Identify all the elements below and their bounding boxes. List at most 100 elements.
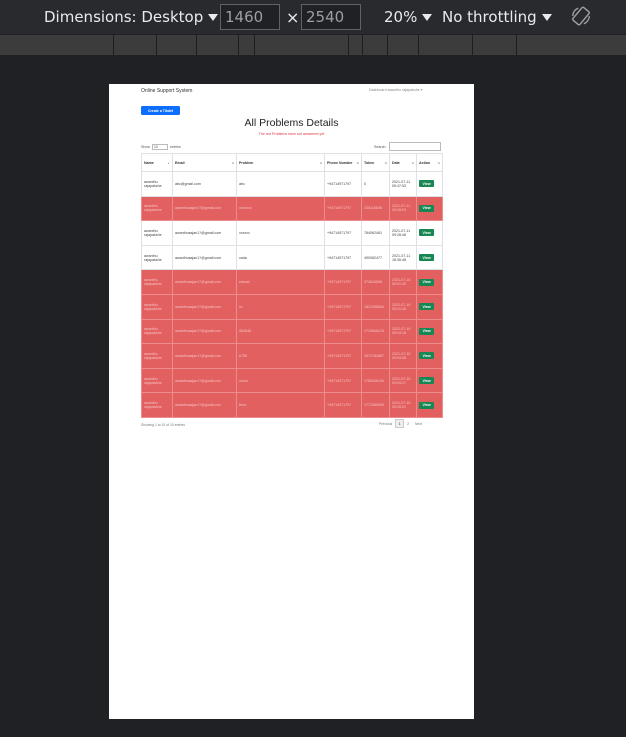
cell-phone: +94714971797: [324, 171, 362, 197]
zoom-label: 20%: [384, 8, 418, 26]
dimension-separator: ×: [286, 8, 300, 27]
view-button[interactable]: View: [419, 401, 435, 409]
zoom-dropdown[interactable]: 20%: [384, 8, 433, 26]
emulated-page: Online Support System Dashboard awanthu …: [109, 84, 474, 719]
cell-phone: +94714971797: [324, 367, 362, 394]
previous-page-button[interactable]: Previous: [376, 420, 395, 428]
table-row: awanthu rajapakshe awanthusajan1?@gmail.…: [141, 367, 443, 394]
throttling-dropdown[interactable]: No throttling: [442, 8, 552, 26]
cell-date: 2021-07-16 09:04:08: [389, 343, 417, 369]
cell-name: awanthu rajapakshe: [141, 269, 173, 295]
chevron-down-icon: [541, 13, 552, 21]
cell-name: awanthu rajapakshe: [141, 318, 173, 345]
dimensions-dropdown[interactable]: Dimensions: Desktop: [44, 8, 219, 26]
cell-phone: +94714971797: [324, 392, 362, 418]
create-ticket-button[interactable]: Create a Tikdet: [141, 106, 180, 115]
page-1-button[interactable]: 1: [395, 419, 405, 428]
view-button[interactable]: View: [419, 229, 435, 237]
col-header-name[interactable]: Name ▲: [141, 153, 173, 172]
entries-label: entries: [170, 145, 181, 149]
cell-email: abc@gmail.com: [172, 171, 237, 197]
cell-action: View: [416, 343, 443, 369]
cell-phone: +94714971797: [324, 318, 362, 345]
table-header-row: Name ▲ Email ⇅ Problem ⇅ Phone Number ⇅ Toke…: [141, 153, 443, 172]
show-label: Show: [141, 145, 150, 149]
pagination: Previous 1 2 Next: [376, 419, 425, 428]
cell-action: View: [416, 392, 443, 418]
cell-phone: +94714971797: [324, 220, 362, 246]
view-button[interactable]: View: [419, 352, 435, 360]
cell-phone: +94714971797: [324, 195, 362, 222]
cell-date: 2021-07-16 09:05:01: [389, 392, 417, 418]
next-page-button[interactable]: Next: [412, 420, 425, 428]
problems-table: Name ▲ Email ⇅ Problem ⇅ Phone Number ⇅ Toke…: [141, 153, 443, 418]
table-row: awanthu rajapakshe awanthusajan1?@gmail.…: [141, 392, 443, 418]
table-info: Showing 1 to 10 of 15 entries: [141, 423, 185, 427]
view-button[interactable]: View: [419, 327, 435, 335]
table-row: awanthu rajapakshe awanthusajan1?@gmail.…: [141, 220, 443, 246]
view-button[interactable]: View: [419, 303, 435, 311]
cell-action: View: [416, 269, 443, 295]
cell-name: awanthu rajapakshe: [141, 220, 173, 246]
show-entries: Show 10 entries: [141, 144, 181, 150]
cell-action: View: [416, 171, 443, 197]
cell-email: awanthusajan1?@gmail.com: [172, 392, 237, 418]
cell-name: awanthu rajapakshe: [141, 343, 173, 369]
cell-token: 1771366509: [361, 392, 390, 418]
page-subtitle: The red Problems have not answered yet: [258, 132, 325, 136]
cell-problem: sv: [236, 293, 325, 320]
cell-problem: xxxxx: [236, 367, 325, 394]
cell-phone: +94714971797: [324, 244, 362, 271]
view-button[interactable]: View: [419, 204, 435, 212]
cell-problem: abc: [236, 171, 325, 197]
cell-action: View: [416, 318, 443, 345]
col-header-email[interactable]: Email ⇅: [172, 153, 237, 172]
rotate-icon[interactable]: [570, 5, 592, 27]
view-button[interactable]: View: [419, 180, 435, 188]
navbar-user-menu[interactable]: Dashboard awanthu rajapakshe ▾: [369, 88, 423, 92]
media-query-ruler[interactable]: [0, 34, 626, 56]
view-button[interactable]: View: [419, 377, 435, 385]
cell-problem: 564546: [236, 318, 325, 345]
cell-email: awanthusajan1?@gmail.com: [172, 269, 237, 295]
cell-problem: 6756: [236, 343, 325, 369]
view-button[interactable]: View: [419, 278, 435, 286]
entries-select[interactable]: 10: [152, 144, 168, 150]
height-input[interactable]: 2540: [301, 4, 361, 30]
page-2-button[interactable]: 2: [404, 420, 412, 428]
col-header-action[interactable]: Action ⇅: [416, 153, 443, 172]
cell-email: awanthusajan1?@gmail.com: [172, 293, 237, 320]
cell-date: 2021-07-11 09:28:03: [389, 195, 417, 222]
cell-email: awanthusajan1?@gmail.com: [172, 195, 237, 222]
table-row: awanthu rajapakshe awanthusajan1?@gmail.…: [141, 269, 443, 295]
navbar-brand[interactable]: Online Support System: [141, 88, 192, 94]
search-input[interactable]: [389, 142, 442, 151]
col-header-problem[interactable]: Problem ⇅: [236, 153, 325, 172]
navbar: Online Support System Dashboard awanthu …: [109, 84, 474, 100]
cell-name: awanthu rajapakshe: [141, 293, 173, 320]
cell-email: awanthusajan1?@gmail.com: [172, 318, 237, 345]
cell-email: awanthusajan1?@gmail.com: [172, 343, 237, 369]
col-header-phone[interactable]: Phone Number ⇅: [324, 153, 362, 172]
cell-name: awanthu rajapakshe: [141, 171, 173, 197]
col-header-date[interactable]: Date ⇅: [389, 153, 417, 172]
cell-name: awanthu rajapakshe: [141, 367, 173, 394]
cell-email: awanthusajan1?@gmail.com: [172, 367, 237, 394]
table-row: awanthu rajapakshe awanthusajan1?@gmail.…: [141, 318, 443, 345]
width-input[interactable]: 1460: [220, 4, 280, 30]
col-header-token[interactable]: Token ⇅: [361, 153, 390, 172]
cell-phone: +94714971797: [324, 343, 362, 369]
table-row: awanthu rajapakshe abc@gmail.com abc +94…: [141, 171, 443, 197]
cell-action: View: [416, 367, 443, 394]
view-button[interactable]: View: [419, 254, 435, 262]
cell-token: 1785406194: [361, 367, 390, 394]
cell-problem: vada: [236, 244, 325, 271]
cell-action: View: [416, 244, 443, 271]
cell-email: awanthusajan1?@gmail.com: [172, 220, 237, 246]
search-label: Search:: [374, 144, 387, 149]
table-row: awanthu rajapakshe awanthusajan1?@gmail.…: [141, 195, 443, 222]
page-title: All Problems Details: [244, 117, 339, 129]
cell-action: View: [416, 220, 443, 246]
cell-date: 2021-07-11 05:47:53: [389, 171, 417, 197]
cell-problem: xxxxxx: [236, 220, 325, 246]
